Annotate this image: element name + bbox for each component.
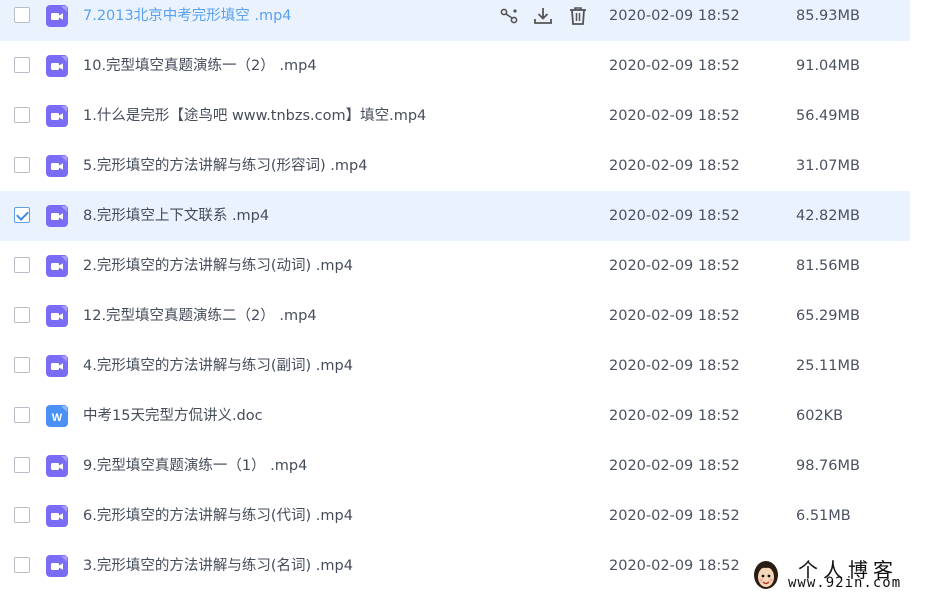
trash-icon[interactable] <box>567 5 589 27</box>
modified-date: 2020-02-09 18:52 <box>609 258 740 274</box>
share-icon[interactable] <box>498 5 520 27</box>
row-checkbox[interactable] <box>14 457 30 473</box>
modified-date: 2020-02-09 18:52 <box>609 508 740 524</box>
file-size: 6.51MB <box>796 508 851 524</box>
file-size: 25.11MB <box>796 358 860 374</box>
file-size: 602KB <box>796 408 844 424</box>
video-file-icon <box>46 205 68 227</box>
file-name[interactable]: 3.完形填空的方法讲解与练习(名词) .mp4 <box>83 541 353 591</box>
video-file-icon <box>46 5 68 27</box>
modified-date: 2020-02-09 18:52 <box>609 8 740 24</box>
file-size: 98.76MB <box>796 458 860 474</box>
row-checkbox[interactable] <box>14 107 30 123</box>
file-row[interactable]: 12.完型填空真题演练二（2） .mp4 2020-02-09 18:52 65.2… <box>0 291 940 341</box>
file-size: 91.04MB <box>796 58 860 74</box>
file-row[interactable]: 10.完型填空真题演练一（2） .mp4 2020-02-09 18:52 91.0… <box>0 41 940 91</box>
file-size: 31.07MB <box>796 158 860 174</box>
file-row[interactable]: 5.完形填空的方法讲解与练习(形容词) .mp4 2020-02-09 18:52… <box>0 141 940 191</box>
file-name[interactable]: 中考15天完型方侃讲义.doc <box>83 391 263 441</box>
video-file-icon <box>46 155 68 177</box>
modified-date: 2020-02-09 18:52 <box>609 558 740 574</box>
video-file-icon <box>46 505 68 527</box>
row-checkbox[interactable] <box>14 157 30 173</box>
file-name[interactable]: 1.什么是完形【途鸟吧 www.tnbzs.com】填空.mp4 <box>83 91 426 141</box>
modified-date: 2020-02-09 18:52 <box>609 208 740 224</box>
row-checkbox[interactable] <box>14 57 30 73</box>
file-row[interactable]: W 中考15天完型方侃讲义.doc 2020-02-09 18:52 602KB <box>0 391 940 441</box>
file-name[interactable]: 9.完型填空真题演练一（1） .mp4 <box>83 441 307 491</box>
modified-date: 2020-02-09 18:52 <box>609 408 740 424</box>
video-file-icon <box>46 305 68 327</box>
file-row[interactable]: 1.什么是完形【途鸟吧 www.tnbzs.com】填空.mp4 2020-02-… <box>0 91 940 141</box>
svg-text:W: W <box>52 412 63 424</box>
file-size: 85.93MB <box>796 8 860 24</box>
modified-date: 2020-02-09 18:52 <box>609 108 740 124</box>
modified-date: 2020-02-09 18:52 <box>609 158 740 174</box>
video-file-icon <box>46 255 68 277</box>
row-checkbox[interactable] <box>14 357 30 373</box>
file-row[interactable]: 7.2013北京中考完形填空 .mp4 2020-02-09 18:52 85.93… <box>0 0 910 41</box>
file-row[interactable]: 9.完型填空真题演练一（1） .mp4 2020-02-09 18:52 98.76… <box>0 441 940 491</box>
file-size: 65.29MB <box>796 308 860 324</box>
video-file-icon <box>46 555 68 577</box>
file-name[interactable]: 2.完形填空的方法讲解与练习(动词) .mp4 <box>83 241 353 291</box>
file-name[interactable]: 10.完型填空真题演练一（2） .mp4 <box>83 41 317 91</box>
watermark: 个人博客 www.92in.com <box>746 553 940 596</box>
file-name[interactable]: 6.完形填空的方法讲解与练习(代词) .mp4 <box>83 491 353 541</box>
row-checkbox[interactable] <box>14 507 30 523</box>
file-row[interactable]: 8.完形填空上下文联系 .mp4 2020-02-09 18:52 42.82MB <box>0 191 910 241</box>
modified-date: 2020-02-09 18:52 <box>609 458 740 474</box>
row-checkbox[interactable] <box>14 307 30 323</box>
file-row[interactable]: 4.完形填空的方法讲解与练习(副词) .mp4 2020-02-09 18:52 2… <box>0 341 940 391</box>
row-checkbox[interactable] <box>14 207 30 223</box>
file-row[interactable]: 2.完形填空的方法讲解与练习(动词) .mp4 2020-02-09 18:52 8… <box>0 241 940 291</box>
row-checkbox[interactable] <box>14 7 30 23</box>
file-list: 7.2013北京中考完形填空 .mp4 2020-02-09 18:52 85.93… <box>0 0 940 591</box>
word-file-icon: W <box>46 405 68 427</box>
row-checkbox[interactable] <box>14 257 30 273</box>
file-size: 56.49MB <box>796 108 860 124</box>
download-icon[interactable] <box>532 5 554 27</box>
video-file-icon <box>46 455 68 477</box>
row-checkbox[interactable] <box>14 557 30 573</box>
watermark-url: www.92in.com <box>788 575 902 591</box>
file-name[interactable]: 4.完形填空的方法讲解与练习(副词) .mp4 <box>83 341 353 391</box>
video-file-icon <box>46 105 68 127</box>
modified-date: 2020-02-09 18:52 <box>609 308 740 324</box>
file-name[interactable]: 12.完型填空真题演练二（2） .mp4 <box>83 291 317 341</box>
modified-date: 2020-02-09 18:52 <box>609 58 740 74</box>
row-checkbox[interactable] <box>14 407 30 423</box>
file-row[interactable]: 6.完形填空的方法讲解与练习(代词) .mp4 2020-02-09 18:52 6… <box>0 491 940 541</box>
video-file-icon <box>46 355 68 377</box>
cartoon-avatar-icon <box>754 561 778 589</box>
video-file-icon <box>46 55 68 77</box>
modified-date: 2020-02-09 18:52 <box>609 358 740 374</box>
file-name[interactable]: 5.完形填空的方法讲解与练习(形容词) .mp4 <box>83 141 367 191</box>
file-size: 81.56MB <box>796 258 860 274</box>
file-name[interactable]: 7.2013北京中考完形填空 .mp4 <box>83 0 292 41</box>
file-size: 42.82MB <box>796 208 860 224</box>
file-name[interactable]: 8.完形填空上下文联系 .mp4 <box>83 191 269 241</box>
